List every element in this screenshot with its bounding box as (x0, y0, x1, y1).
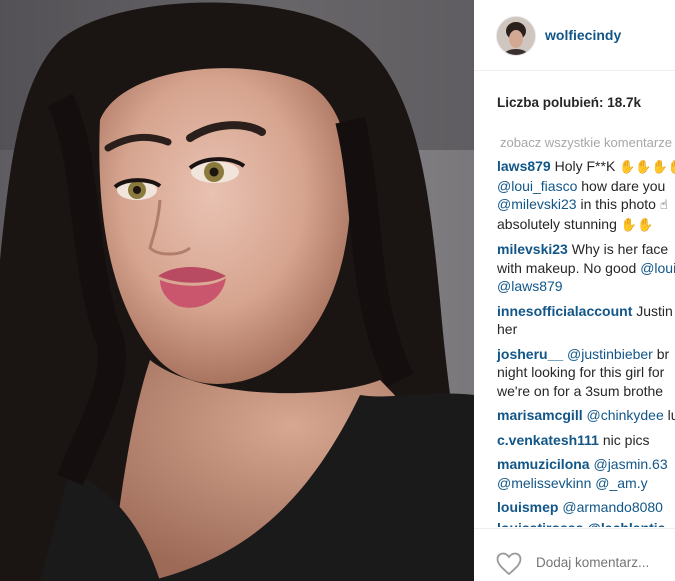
comment-mention[interactable]: @_am.y (595, 475, 647, 491)
comment-line: marisamcgill @chinkydee lu (497, 406, 675, 425)
comment-mention[interactable]: @armando8080 (562, 499, 663, 515)
comment-username[interactable]: marisamcgill (497, 407, 583, 423)
emoji-icon: ☝ (659, 197, 668, 212)
comment-line: with makeup. No good @loui (497, 259, 675, 278)
comment-mention[interactable]: @chinkydee (587, 407, 664, 423)
comment-line: night looking for this girl for (497, 363, 675, 382)
comment-mention[interactable]: @loui_fiasco (497, 178, 577, 194)
comment-item: laws879 Holy F**K ✋✋✋✋@loui_fiasco how d… (497, 157, 675, 234)
comment-mention[interactable]: @melissevkinn (497, 475, 591, 491)
comment-username[interactable]: c.venkatesh111 (497, 432, 599, 448)
post-photo[interactable] (0, 0, 474, 581)
post-header: wolfiecindy (474, 0, 675, 71)
comment-text: Holy F**K (550, 158, 620, 174)
user-avatar[interactable] (496, 16, 536, 56)
comment-mention[interactable]: @loui (640, 260, 675, 276)
comment-line: milevski23 Why is her face (497, 240, 675, 259)
comment-mention[interactable]: @laws879 (497, 278, 563, 294)
comment-item: marisamcgill @chinkydee lu (497, 406, 675, 425)
comment-username[interactable]: louismep (497, 499, 558, 515)
post-footer (474, 528, 675, 581)
comment-line: @melissevkinn @_am.y (497, 474, 675, 493)
comment-item: milevski23 Why is her face with makeup. N… (497, 240, 675, 296)
comment-text: Justin (632, 302, 673, 319)
comment-text: in this photo (576, 196, 660, 212)
comment-text: night looking for this girl for (497, 364, 665, 380)
heart-outline-icon[interactable] (496, 552, 522, 576)
post-username-link[interactable]: wolfiecindy (545, 27, 621, 43)
comment-item: louismep @armando8080 (497, 498, 675, 517)
comment-line: josheru__ @justinbieber br (497, 345, 675, 364)
comment-text: Why is her face (567, 241, 669, 257)
comment-username[interactable]: milevski23 (497, 241, 568, 257)
comment-text: absolutely stunning (497, 215, 621, 232)
comment-line: @laws879 (497, 277, 675, 296)
comment-text: nic pics (598, 431, 650, 448)
comment-line: we're on for a 3sum brothe (497, 382, 675, 401)
comment-line: @milevski23 in this photo ☝ (497, 195, 675, 215)
comment-username[interactable]: mamuzicilona (497, 456, 590, 472)
comment-username[interactable]: laws879 (497, 158, 551, 174)
comment-line: absolutely stunning ✋✋ (497, 215, 675, 235)
comment-text: her (497, 321, 518, 337)
comment-item: c.venkatesh111 nic pics (497, 431, 675, 450)
comment-line: louismep @armando8080 (497, 498, 675, 517)
comment-line: innesofficialaccount Justin (497, 302, 675, 321)
view-all-comments-link[interactable]: zobacz wszystkie komentarze (500, 135, 672, 150)
comment-text: br (652, 345, 670, 362)
comment-line: her (497, 320, 675, 339)
comment-text: with makeup. No good (497, 259, 641, 276)
comment-item: innesofficialaccount Justin her (497, 302, 675, 339)
cut-off-comment: louisatirosss @lachlantia (497, 519, 666, 527)
add-comment-input[interactable] (536, 555, 675, 570)
comment-mention[interactable]: @justinbieber (567, 346, 653, 362)
comment-mention[interactable]: @milevski23 (497, 196, 577, 212)
comment-line: laws879 Holy F**K ✋✋✋✋ (497, 157, 675, 177)
likes-count[interactable]: Liczba polubień: 18.7k (497, 95, 641, 110)
emoji-icon: ✋✋ (620, 216, 654, 232)
comment-line: @loui_fiasco how dare you (497, 177, 675, 196)
post-side-panel: wolfiecindy Liczba polubień: 18.7k zobac… (474, 0, 675, 581)
comment-text: how dare you (577, 177, 666, 194)
comment-text: we're on for a 3sum brothe (497, 382, 664, 399)
comment-item: mamuzicilona @jasmin.63 @melissevkinn @_a… (497, 455, 675, 492)
comment-username[interactable]: innesofficialaccount (497, 303, 632, 319)
comment-item: josheru__ @justinbieber br night looking … (497, 345, 675, 401)
comment-line: c.venkatesh111 nic pics (497, 431, 675, 450)
comments-list: laws879 Holy F**K ✋✋✋✋@loui_fiasco how d… (497, 157, 675, 523)
emoji-icon: ✋✋✋✋ (619, 159, 675, 174)
comment-line: mamuzicilona @jasmin.63 (497, 455, 675, 474)
comment-mention[interactable]: @jasmin.63 (593, 456, 667, 472)
comment-username[interactable]: josheru__ (497, 346, 563, 362)
comment-text: lu (667, 407, 675, 423)
